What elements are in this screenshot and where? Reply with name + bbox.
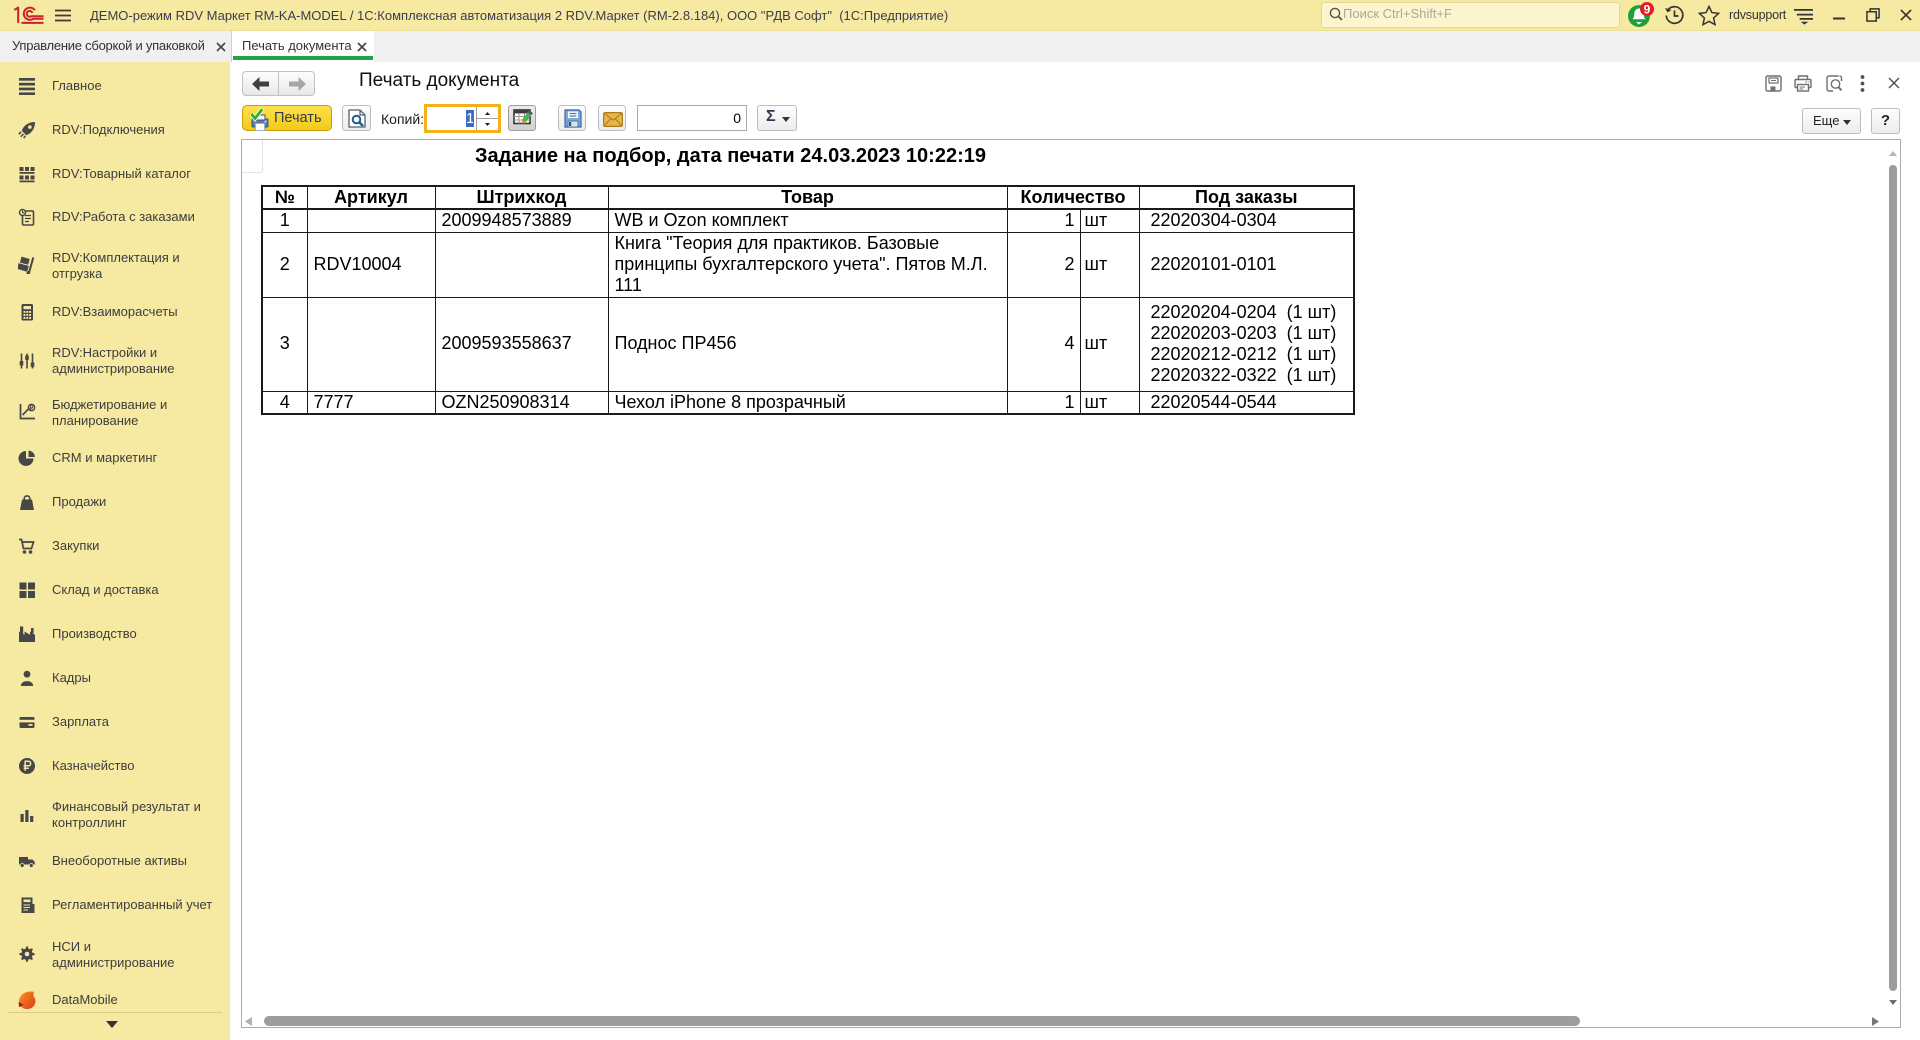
svg-text:9: 9	[1644, 3, 1651, 17]
